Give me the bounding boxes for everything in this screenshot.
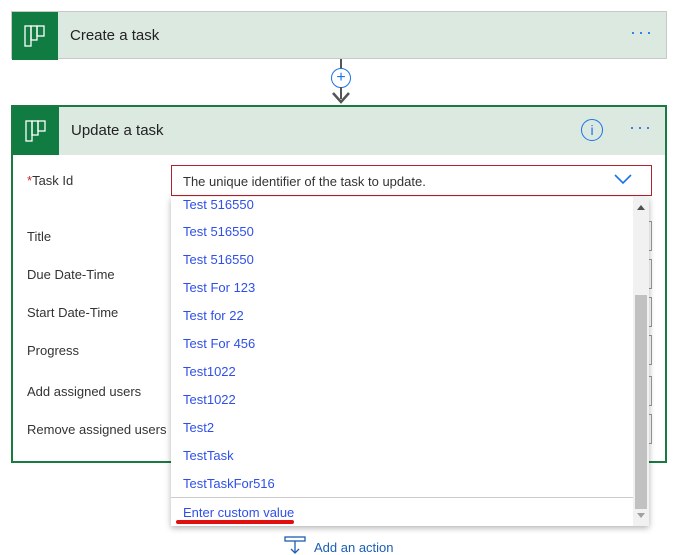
option-item[interactable]: Test1022: [183, 392, 236, 407]
option-item[interactable]: Test for 22: [183, 308, 244, 323]
planner-icon: [12, 12, 58, 60]
insert-step-plus-icon[interactable]: +: [331, 68, 351, 88]
chevron-down-icon[interactable]: [613, 172, 633, 186]
field-label-progress: Progress: [27, 343, 80, 358]
field-label-due-date: Due Date-Time: [27, 267, 115, 282]
divider: [171, 497, 633, 498]
task-id-options-list: Test 516550 Test 516550 Test 516550 Test…: [171, 197, 649, 526]
field-label-start-date: Start Date-Time: [27, 305, 119, 320]
scrollbar[interactable]: [633, 197, 649, 526]
info-icon[interactable]: i: [581, 119, 603, 141]
planner-icon: [13, 107, 59, 155]
more-options-icon[interactable]: ···: [630, 22, 654, 43]
add-action-label: Add an action: [314, 540, 394, 555]
field-label-task-id: *Task Id: [27, 173, 74, 188]
scroll-down-arrow-icon[interactable]: [637, 513, 645, 518]
option-item[interactable]: Test 516550: [183, 252, 254, 267]
scroll-up-arrow-icon[interactable]: [637, 205, 645, 210]
task-id-dropdown[interactable]: The unique identifier of the task to upd…: [171, 165, 652, 196]
add-action-icon: [284, 536, 306, 554]
option-item[interactable]: Test2: [183, 420, 214, 435]
task-id-placeholder: The unique identifier of the task to upd…: [183, 174, 426, 189]
red-underline-annotation: [176, 520, 294, 524]
option-item[interactable]: TestTaskFor516: [183, 476, 275, 491]
create-task-card[interactable]: Create a task ···: [11, 11, 667, 60]
scrollbar-thumb[interactable]: [635, 295, 647, 509]
option-item[interactable]: Test For 123: [183, 280, 255, 295]
card-title: Update a task: [71, 122, 164, 139]
card-header[interactable]: Update a task i ···: [13, 107, 665, 155]
field-label-title: Title: [27, 229, 52, 244]
option-item[interactable]: TestTask: [183, 448, 234, 463]
card-title: Create a task: [70, 27, 160, 44]
enter-custom-value-option[interactable]: Enter custom value: [183, 505, 294, 520]
option-item[interactable]: Test 516550: [183, 224, 254, 239]
arrow-down-icon: [332, 92, 350, 104]
field-label-add-users: Add assigned users: [27, 384, 142, 399]
field-label-remove-users: Remove assigned users: [27, 422, 167, 437]
more-options-icon[interactable]: ···: [629, 117, 653, 138]
option-item[interactable]: Test For 456: [183, 336, 255, 351]
option-item[interactable]: Test1022: [183, 364, 236, 379]
option-item[interactable]: Test 516550: [183, 197, 254, 212]
